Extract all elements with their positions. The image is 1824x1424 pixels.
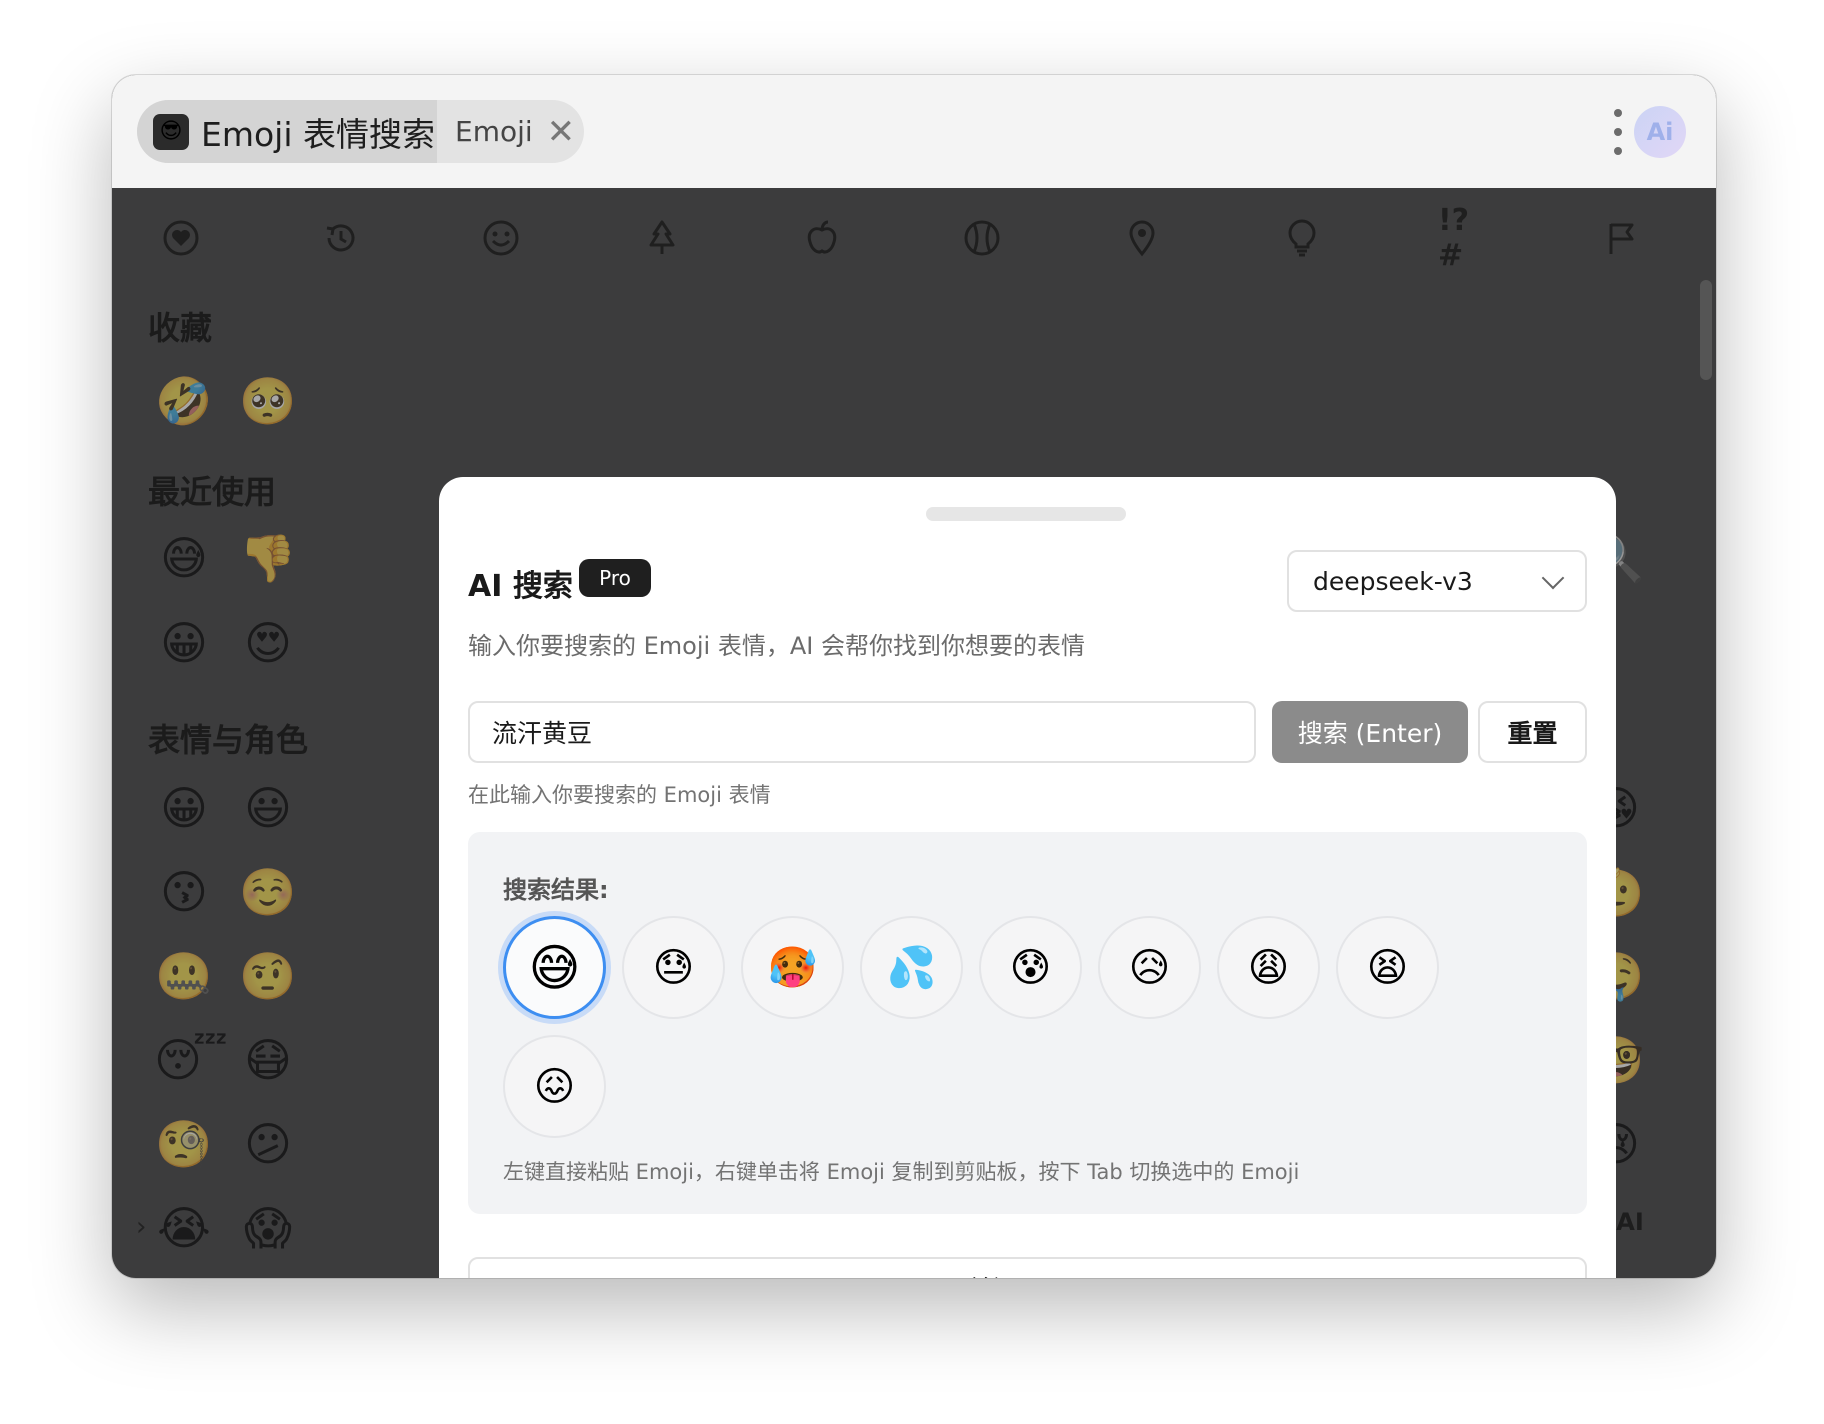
lightbulb-objects-icon[interactable] bbox=[1278, 214, 1326, 262]
avatar[interactable]: Ai bbox=[1634, 106, 1686, 158]
close-button[interactable]: 关闭 (Esc) bbox=[468, 1257, 1587, 1278]
results-help-text: 左键直接粘贴 Emoji，右键单击将 Emoji 复制到剪贴板，按下 Tab 切… bbox=[503, 1160, 1300, 1184]
result-item[interactable]: 🥵 bbox=[741, 916, 844, 1019]
emoji-cell[interactable]: 😱 bbox=[238, 1205, 298, 1265]
results-panel: 搜索结果: 😅 😓 🥵 💦 😰 😥 😩 😫 😖 左键直接粘贴 Emoji，右键单… bbox=[468, 832, 1587, 1214]
pro-badge: Pro bbox=[579, 559, 651, 597]
emoji-cell[interactable]: 😗 bbox=[154, 869, 214, 929]
emoji-cell[interactable]: 😭 bbox=[154, 1205, 214, 1265]
map-pin-travel-icon[interactable] bbox=[1118, 214, 1166, 262]
dialog-description: 输入你要搜索的 Emoji 表情，AI 会帮你找到你想要的表情 bbox=[468, 632, 1085, 660]
chevron-right-icon[interactable]: › bbox=[136, 1212, 146, 1242]
tab-sub-label: Emoji bbox=[455, 115, 533, 148]
emoji-cell[interactable]: 😍 bbox=[238, 620, 298, 680]
section-recent: 最近使用 bbox=[148, 473, 277, 511]
emoji-cell[interactable]: 😃 bbox=[238, 785, 298, 845]
emoji-cell[interactable]: 😷 bbox=[238, 1037, 298, 1097]
tab-sub[interactable]: Emoji ✕ bbox=[455, 100, 575, 163]
emoji-cell[interactable]: 🤣 bbox=[154, 378, 214, 438]
section-favorites: 收藏 bbox=[148, 309, 213, 347]
ai-search-dialog: AI 搜索 Pro deepseek-v3 输入你要搜索的 Emoji 表情，A… bbox=[439, 477, 1616, 1278]
model-select[interactable]: deepseek-v3 bbox=[1287, 550, 1587, 612]
flag-icon[interactable] bbox=[1598, 214, 1646, 262]
chevron-down-icon bbox=[1541, 566, 1565, 590]
title-bar: 😎 Emoji 表情搜索 Emoji ✕ Ai bbox=[112, 75, 1716, 188]
results-title: 搜索结果: bbox=[503, 876, 609, 904]
result-item[interactable]: 😖 bbox=[503, 1035, 606, 1138]
scrollbar[interactable] bbox=[1696, 280, 1716, 380]
emoji-cell[interactable]: 😀 bbox=[154, 785, 214, 845]
input-help-text: 在此输入你要搜索的 Emoji 表情 bbox=[468, 783, 771, 807]
result-item[interactable]: 😓 bbox=[622, 916, 725, 1019]
reset-button[interactable]: 重置 bbox=[1478, 701, 1587, 763]
app-window: 😎 Emoji 表情搜索 Emoji ✕ Ai !?# 收藏 最近使用 表情与角… bbox=[112, 75, 1716, 1278]
results-grid: 😅 😓 🥵 💦 😰 😥 😩 😫 😖 bbox=[503, 916, 1463, 1138]
emoji-cell[interactable]: ☺️ bbox=[238, 869, 298, 929]
tab-bar: 😎 Emoji 表情搜索 Emoji ✕ bbox=[137, 100, 584, 163]
dialog-title: AI 搜索 bbox=[468, 569, 573, 604]
drag-handle[interactable] bbox=[926, 507, 1126, 521]
result-item[interactable]: 😥 bbox=[1098, 916, 1201, 1019]
section-smileys: 表情与角色 bbox=[148, 721, 309, 759]
search-input[interactable] bbox=[468, 701, 1256, 763]
app-logo-icon: 😎 bbox=[153, 113, 189, 150]
emoji-cell[interactable]: 😀 bbox=[154, 620, 214, 680]
result-item[interactable]: 😅 bbox=[503, 916, 606, 1019]
close-icon[interactable]: ✕ bbox=[547, 115, 576, 149]
result-item[interactable]: 😩 bbox=[1217, 916, 1320, 1019]
emoji-cell[interactable]: 😴 bbox=[154, 1037, 228, 1097]
tab-title: Emoji 表情搜索 bbox=[201, 114, 436, 154]
emoji-cell[interactable]: 🧐 bbox=[154, 1121, 214, 1181]
result-item[interactable]: 😫 bbox=[1336, 916, 1439, 1019]
emoji-cell[interactable]: 🤨 bbox=[238, 953, 298, 1013]
tree-nature-icon[interactable] bbox=[638, 214, 686, 262]
favorites-heart-icon[interactable] bbox=[157, 214, 205, 262]
result-item[interactable]: 💦 bbox=[860, 916, 963, 1019]
emoji-cell[interactable]: 🥺 bbox=[238, 378, 298, 438]
category-toolbar: !?# bbox=[112, 188, 1716, 288]
search-button[interactable]: 搜索 (Enter) bbox=[1272, 701, 1468, 763]
result-item[interactable]: 😰 bbox=[979, 916, 1082, 1019]
more-menu-icon[interactable] bbox=[1612, 109, 1624, 155]
emoji-cell[interactable]: 😕 bbox=[238, 1121, 298, 1181]
tab-emoji-search[interactable]: 😎 Emoji 表情搜索 bbox=[137, 100, 437, 163]
symbols-icon[interactable]: !?# bbox=[1438, 203, 1486, 273]
history-clock-icon[interactable] bbox=[317, 214, 365, 262]
model-value: deepseek-v3 bbox=[1313, 566, 1473, 596]
emoji-cell[interactable]: 🤐 bbox=[154, 953, 214, 1013]
emoji-cell[interactable]: 👎 bbox=[238, 535, 298, 595]
emoji-cell[interactable]: 😅 bbox=[154, 535, 214, 595]
ball-activity-icon[interactable] bbox=[958, 214, 1006, 262]
apple-food-icon[interactable] bbox=[798, 214, 846, 262]
smiley-icon[interactable] bbox=[477, 214, 525, 262]
